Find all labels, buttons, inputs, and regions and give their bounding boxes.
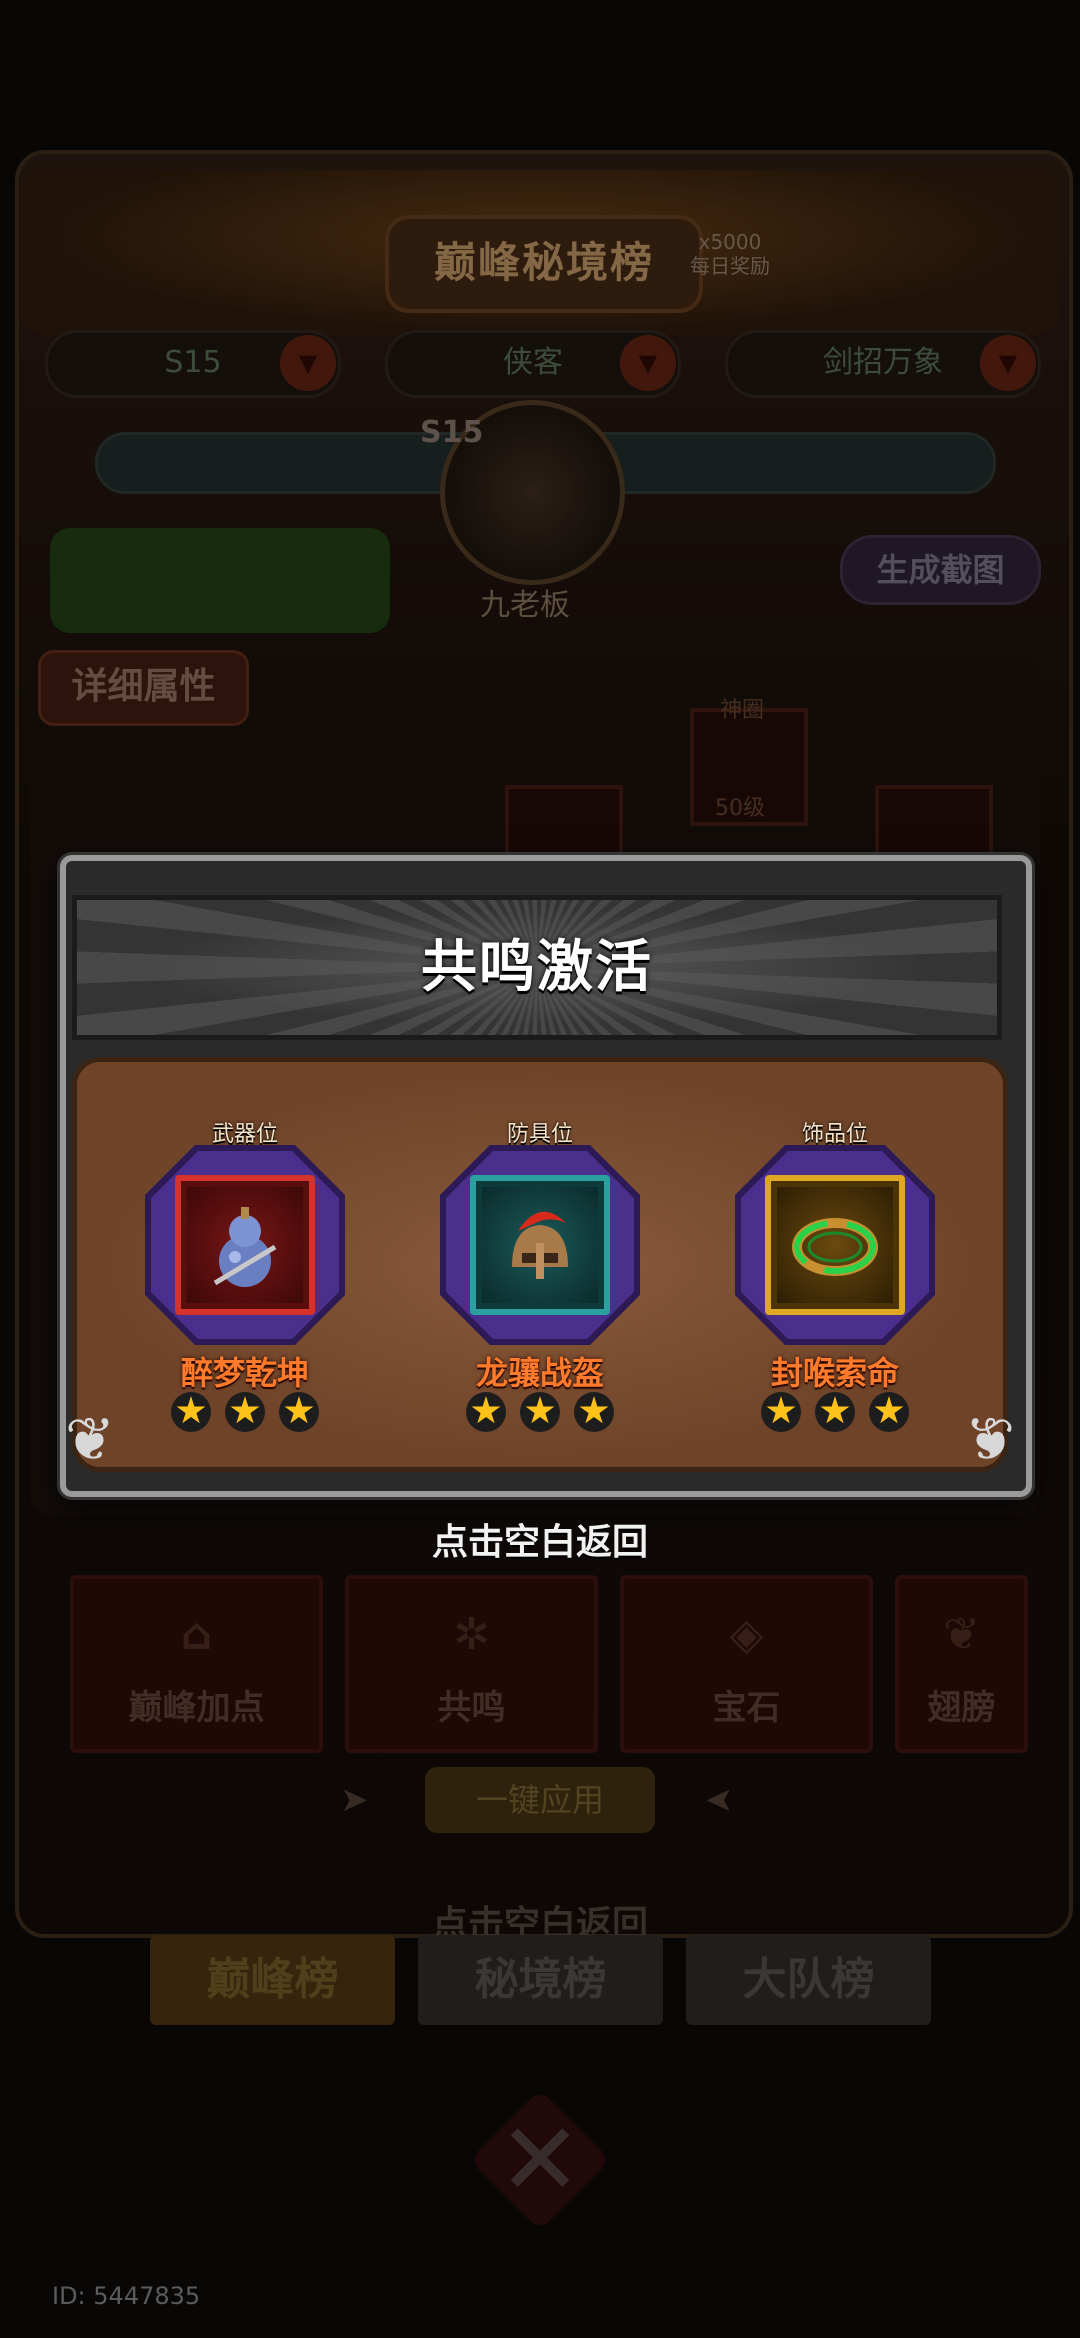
modal-title: 共鸣激活 (421, 935, 653, 1000)
star-icon (761, 1392, 801, 1432)
star-icon (815, 1392, 855, 1432)
slot-item-box[interactable] (175, 1175, 315, 1315)
star-icon (171, 1392, 211, 1432)
corner-ornament-icon: ❦ (964, 1405, 1016, 1475)
slot-item-name: 封喉索命 (770, 1354, 899, 1392)
slot-item-name: 龙骧战盔 (475, 1354, 604, 1392)
star-icon (869, 1392, 909, 1432)
corner-ornament-icon: ❦ (64, 1405, 116, 1475)
helmet-icon (512, 1211, 568, 1279)
star-icon (225, 1392, 265, 1432)
accessory-slot[interactable]: 饰品位 封喉索命 (715, 1122, 955, 1432)
slot-position-label: 防具位 (506, 1122, 573, 1147)
star-rating (715, 1392, 955, 1436)
slot-item-box[interactable] (765, 1175, 905, 1315)
slot-position-label: 武器位 (211, 1122, 278, 1147)
star-icon (466, 1392, 506, 1432)
weapon-slot[interactable]: 武器位 醉梦乾坤 (125, 1122, 365, 1432)
gourd-icon (213, 1207, 277, 1287)
armor-slot[interactable]: 防具位 龙骧战盔 (420, 1122, 660, 1432)
slot-item-name: 醉梦乾坤 (180, 1354, 309, 1392)
star-rating (420, 1392, 660, 1436)
star-icon (574, 1392, 614, 1432)
star-rating (125, 1392, 365, 1436)
return-hint[interactable]: 点击空白返回 (0, 1513, 1080, 1565)
jade-ring-icon (792, 1218, 878, 1276)
star-icon (520, 1392, 560, 1432)
slot-position-label: 饰品位 (801, 1122, 868, 1147)
slot-item-box[interactable] (470, 1175, 610, 1315)
star-icon (279, 1392, 319, 1432)
